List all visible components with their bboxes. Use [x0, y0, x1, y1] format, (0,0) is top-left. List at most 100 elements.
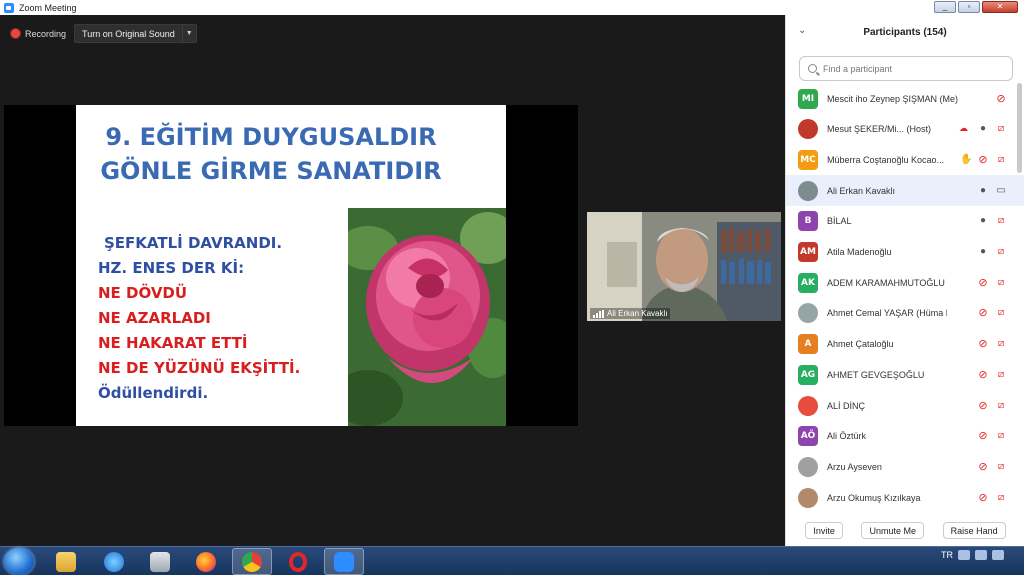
camera-off-icon[interactable]: ⧄ [995, 400, 1007, 412]
mic-muted-icon[interactable]: ⊘ [995, 93, 1007, 105]
recording-indicator[interactable]: Recording [5, 25, 72, 43]
minimize-button[interactable]: _ [934, 1, 956, 13]
host-label: (Host) [906, 124, 932, 135]
avatar-photo-icon [798, 180, 818, 201]
slide-title-line1: 9. EĞİTİM DUYGUSALDIR [105, 123, 437, 151]
avatar-question-icon [798, 395, 818, 416]
zoom-app-icon [4, 2, 14, 13]
camera-off-icon[interactable]: ⧄ [995, 277, 1007, 289]
camera-off-icon[interactable]: ⧄ [995, 215, 1007, 227]
volume-icon[interactable] [975, 550, 987, 560]
avatar: AM [798, 242, 818, 262]
opera-taskbar-icon[interactable] [278, 548, 318, 575]
invite-button[interactable]: Invite [805, 522, 843, 539]
participant-name-text: Ahmet Çataloğlu [827, 339, 894, 350]
mic-muted-icon[interactable]: ⊘ [977, 430, 989, 442]
participant-name: AHMET GEVGEŞOĞLU [827, 370, 924, 380]
camera-off-icon[interactable]: ⧄ [995, 154, 1007, 166]
participant-name-text: Ali Erkan Kavaklı [827, 185, 896, 196]
participant-row[interactable]: AG AHMET GEVGEŞOĞLU ⊘ ⧄ [786, 359, 1024, 390]
zoom-taskbar-icon[interactable] [324, 548, 364, 575]
mic-muted-icon[interactable]: ⊘ [977, 461, 989, 473]
participants-footer: Invite Unmute Me Raise Hand [786, 515, 1024, 546]
mic-muted-icon[interactable]: ⊘ [977, 369, 989, 381]
camera-off-icon[interactable]: ⧄ [995, 492, 1007, 504]
mic-icon[interactable]: ● [977, 123, 989, 135]
participant-row[interactable]: MC Müberra Coştanoğlu Kocao... ✋ ⊘ ⧄ [786, 144, 1024, 175]
participant-name: ADEM KARAMAHMUTOĞLU [827, 278, 945, 288]
window-titlebar: Zoom Meeting _ ▫ ✕ [0, 0, 1024, 15]
participant-row[interactable]: A Ahmet Çataloğlu ⊘ ⧄ [786, 329, 1024, 360]
mic-icon[interactable]: ● [977, 215, 989, 227]
mic-icon[interactable]: ● [977, 185, 989, 197]
participant-list-scrollbar[interactable] [1017, 83, 1022, 173]
participant-row[interactable]: Ali Erkan Kavaklı ● ▭ [786, 175, 1024, 207]
start-button[interactable] [4, 548, 34, 575]
mic-muted-icon[interactable]: ⊘ [977, 400, 989, 412]
collapse-chevron-icon[interactable]: ⌄ [798, 25, 806, 36]
participant-video-tile[interactable]: Ali Erkan Kavaklı [587, 212, 781, 321]
avatar: B [798, 211, 818, 232]
mic-muted-icon[interactable]: ⊘ [977, 154, 989, 166]
participant-name: Ali Erkan Kavaklı [827, 186, 895, 196]
avatar: AÖ [798, 426, 818, 447]
shared-screen: 9. EĞİTİM DUYGUSALDIR GÖNLE GİRME SANATI… [4, 105, 578, 426]
close-button[interactable]: ✕ [982, 1, 1018, 13]
unmute-me-button[interactable]: Unmute Me [861, 522, 924, 539]
file-explorer-taskbar-icon[interactable] [46, 548, 86, 575]
media-player-taskbar-icon[interactable] [140, 548, 180, 575]
record-icon [11, 29, 20, 38]
participant-name-text: BİLAL [827, 216, 852, 227]
participant-row[interactable]: AM Atila Madenoğlu ● ⧄ [786, 237, 1024, 268]
firefox-taskbar-icon[interactable] [186, 548, 226, 575]
maximize-button[interactable]: ▫ [958, 1, 980, 13]
slide-text-line: HZ. ENES DER Kİ: [98, 259, 245, 277]
participant-name-text: Ahmet Cemal YAŞAR (Hüma Hat... [827, 308, 947, 319]
participant-row[interactable]: ALİ DİNÇ ⊘ ⧄ [786, 390, 1024, 421]
camera-off-icon[interactable]: ⧄ [995, 369, 1007, 381]
participant-name: Mesut ŞEKER/Mi... (Host) [827, 124, 931, 134]
participant-row[interactable]: Arzu Okumuş Kızılkaya ⊘ ⧄ [786, 482, 1024, 513]
language-indicator[interactable]: TR [941, 550, 953, 560]
participant-name: Mescit iho Zeynep ŞIŞMAN (Me) [827, 94, 958, 104]
avatar-photo-icon [798, 456, 818, 477]
participant-row[interactable]: Mesut ŞEKER/Mi... (Host) ☁ ● ⧄ [786, 114, 1024, 145]
participant-row[interactable]: AK ADEM KARAMAHMUTOĞLU ⊘ ⧄ [786, 267, 1024, 298]
camera-off-icon[interactable]: ⧄ [995, 430, 1007, 442]
original-sound-button[interactable]: Turn on Original Sound [75, 29, 182, 39]
avatar: AK [798, 272, 818, 293]
participant-name-text: Müberra Coştanoğlu Kocao... [827, 154, 945, 165]
chrome-taskbar-icon[interactable] [232, 548, 272, 575]
camera-icon[interactable]: ▭ [995, 185, 1007, 197]
participant-row[interactable]: AÖ Ali Öztürk ⊘ ⧄ [786, 421, 1024, 452]
mic-muted-icon[interactable]: ⊘ [977, 492, 989, 504]
participant-row[interactable]: MI Mescit iho Zeynep ŞIŞMAN (Me) ⊘ [786, 83, 1024, 114]
participant-row[interactable]: B BİLAL ● ⧄ [786, 206, 1024, 237]
internet-explorer-taskbar-icon[interactable] [94, 548, 134, 575]
search-icon [808, 64, 817, 73]
camera-off-icon[interactable]: ⧄ [995, 246, 1007, 258]
participant-row[interactable]: Arzu Ayseven ⊘ ⧄ [786, 451, 1024, 482]
camera-off-icon[interactable]: ⧄ [995, 307, 1007, 319]
camera-off-icon[interactable]: ⧄ [995, 123, 1007, 135]
mic-muted-icon[interactable]: ⊘ [977, 338, 989, 350]
chevron-down-icon[interactable]: ▼ [181, 25, 196, 42]
camera-off-icon[interactable]: ⧄ [995, 338, 1007, 350]
raise-hand-button[interactable]: Raise Hand [942, 522, 1006, 539]
participant-name: Ahmet Cemal YAŞAR (Hüma Hat... [827, 308, 947, 318]
network-icon[interactable] [958, 550, 970, 560]
participant-search[interactable] [799, 56, 1013, 81]
mic-muted-icon[interactable]: ⊘ [977, 277, 989, 289]
mic-icon[interactable]: ● [977, 246, 989, 258]
participant-name: Müberra Coştanoğlu Kocao... [827, 155, 944, 165]
participant-row[interactable]: Ahmet Cemal YAŞAR (Hüma Hat... ⊘ ⧄ [786, 298, 1024, 329]
participant-name-text: AHMET GEVGEŞOĞLU [827, 369, 925, 380]
participant-name: Ali Öztürk [827, 431, 866, 441]
search-input[interactable] [823, 63, 1003, 74]
slide-text-line: ŞEFKATLİ DAVRANDI. [104, 234, 283, 252]
action-center-icon[interactable] [992, 550, 1004, 560]
avatar-photo-icon [798, 487, 818, 508]
mic-muted-icon[interactable]: ⊘ [977, 307, 989, 319]
camera-off-icon[interactable]: ⧄ [995, 461, 1007, 473]
cloud-recording-icon: ☁ [959, 123, 968, 134]
